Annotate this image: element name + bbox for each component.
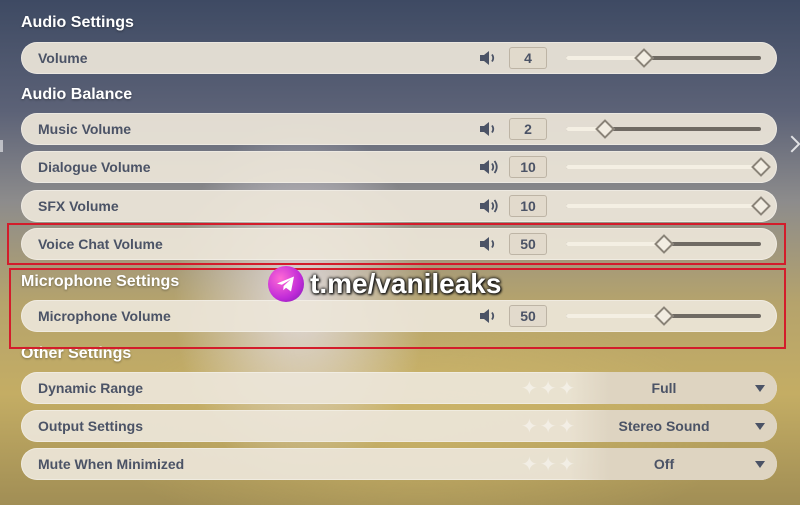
chevron-down-icon[interactable] bbox=[755, 423, 765, 430]
telegram-icon bbox=[268, 266, 304, 302]
scroll-indicator bbox=[0, 140, 3, 152]
slider-thumb[interactable] bbox=[751, 157, 771, 177]
slider-fill bbox=[566, 314, 664, 318]
dialogue-volume-slider[interactable] bbox=[566, 157, 771, 177]
slider-thumb[interactable] bbox=[595, 119, 615, 139]
dynamic-range-value: Full bbox=[651, 380, 677, 396]
section-microphone-settings: Microphone Settings bbox=[21, 273, 180, 290]
output-settings-row[interactable]: Output Settings ✦✦✦ Stereo Sound bbox=[21, 410, 777, 442]
speaker-icon[interactable] bbox=[479, 198, 499, 214]
slider-fill bbox=[566, 204, 761, 208]
slider-fill bbox=[566, 165, 761, 169]
slider-fill bbox=[566, 56, 644, 60]
microphone-volume-value[interactable]: 50 bbox=[509, 305, 547, 327]
dynamic-range-row[interactable]: Dynamic Range ✦✦✦ Full bbox=[21, 372, 777, 404]
microphone-volume-label: Microphone Volume bbox=[38, 308, 171, 324]
chevron-right-icon bbox=[783, 135, 800, 153]
output-settings-select[interactable]: Stereo Sound bbox=[569, 410, 777, 442]
slider-thumb[interactable] bbox=[751, 196, 771, 216]
sfx-volume-value[interactable]: 10 bbox=[509, 195, 547, 217]
section-other-settings: Other Settings bbox=[21, 345, 132, 362]
watermark-text: t.me/vanileaks bbox=[310, 268, 502, 299]
mute-when-minimized-label: Mute When Minimized bbox=[38, 456, 185, 472]
section-audio-balance: Audio Balance bbox=[21, 86, 133, 103]
speaker-icon[interactable] bbox=[479, 236, 499, 252]
sfx-volume-slider[interactable] bbox=[566, 196, 771, 216]
mute-when-minimized-row[interactable]: Mute When Minimized ✦✦✦ Off bbox=[21, 448, 777, 480]
speaker-icon[interactable] bbox=[479, 50, 499, 66]
section-audio-settings: Audio Settings bbox=[21, 14, 134, 31]
slider-fill bbox=[566, 242, 664, 246]
slider-thumb[interactable] bbox=[653, 234, 674, 254]
microphone-volume-row[interactable]: Microphone Volume 50 bbox=[21, 300, 777, 332]
mute-when-minimized-value: Off bbox=[653, 456, 675, 472]
sfx-volume-label: SFX Volume bbox=[38, 198, 119, 214]
dialogue-volume-row[interactable]: Dialogue Volume 10 bbox=[21, 151, 777, 183]
music-volume-slider[interactable] bbox=[566, 119, 761, 139]
voice-chat-volume-label: Voice Chat Volume bbox=[38, 236, 163, 252]
slider-thumb[interactable] bbox=[634, 48, 654, 68]
dynamic-range-select[interactable]: Full bbox=[569, 372, 777, 404]
speaker-icon[interactable] bbox=[479, 308, 499, 324]
volume-slider[interactable] bbox=[566, 48, 761, 68]
volume-label: Volume bbox=[38, 50, 88, 66]
music-volume-label: Music Volume bbox=[38, 121, 132, 137]
music-volume-row[interactable]: Music Volume 2 bbox=[21, 113, 777, 145]
speaker-icon[interactable] bbox=[479, 159, 499, 175]
dialogue-volume-label: Dialogue Volume bbox=[38, 159, 151, 175]
speaker-icon[interactable] bbox=[479, 121, 499, 137]
chevron-down-icon[interactable] bbox=[755, 461, 765, 468]
dialogue-volume-value[interactable]: 10 bbox=[509, 156, 547, 178]
music-volume-value[interactable]: 2 bbox=[509, 118, 547, 140]
slider-thumb[interactable] bbox=[653, 306, 674, 326]
volume-row[interactable]: Volume 4 bbox=[21, 42, 777, 74]
chevron-down-icon[interactable] bbox=[755, 385, 765, 392]
output-settings-value: Stereo Sound bbox=[618, 418, 710, 434]
output-settings-label: Output Settings bbox=[38, 418, 143, 434]
voice-chat-volume-row[interactable]: Voice Chat Volume 50 bbox=[21, 228, 777, 260]
voice-chat-volume-value[interactable]: 50 bbox=[509, 233, 547, 255]
voice-chat-volume-slider[interactable] bbox=[566, 234, 761, 254]
sfx-volume-row[interactable]: SFX Volume 10 bbox=[21, 190, 777, 222]
microphone-volume-slider[interactable] bbox=[566, 306, 761, 326]
mute-when-minimized-select[interactable]: Off bbox=[569, 448, 777, 480]
dynamic-range-label: Dynamic Range bbox=[38, 380, 144, 396]
volume-value[interactable]: 4 bbox=[509, 47, 547, 69]
